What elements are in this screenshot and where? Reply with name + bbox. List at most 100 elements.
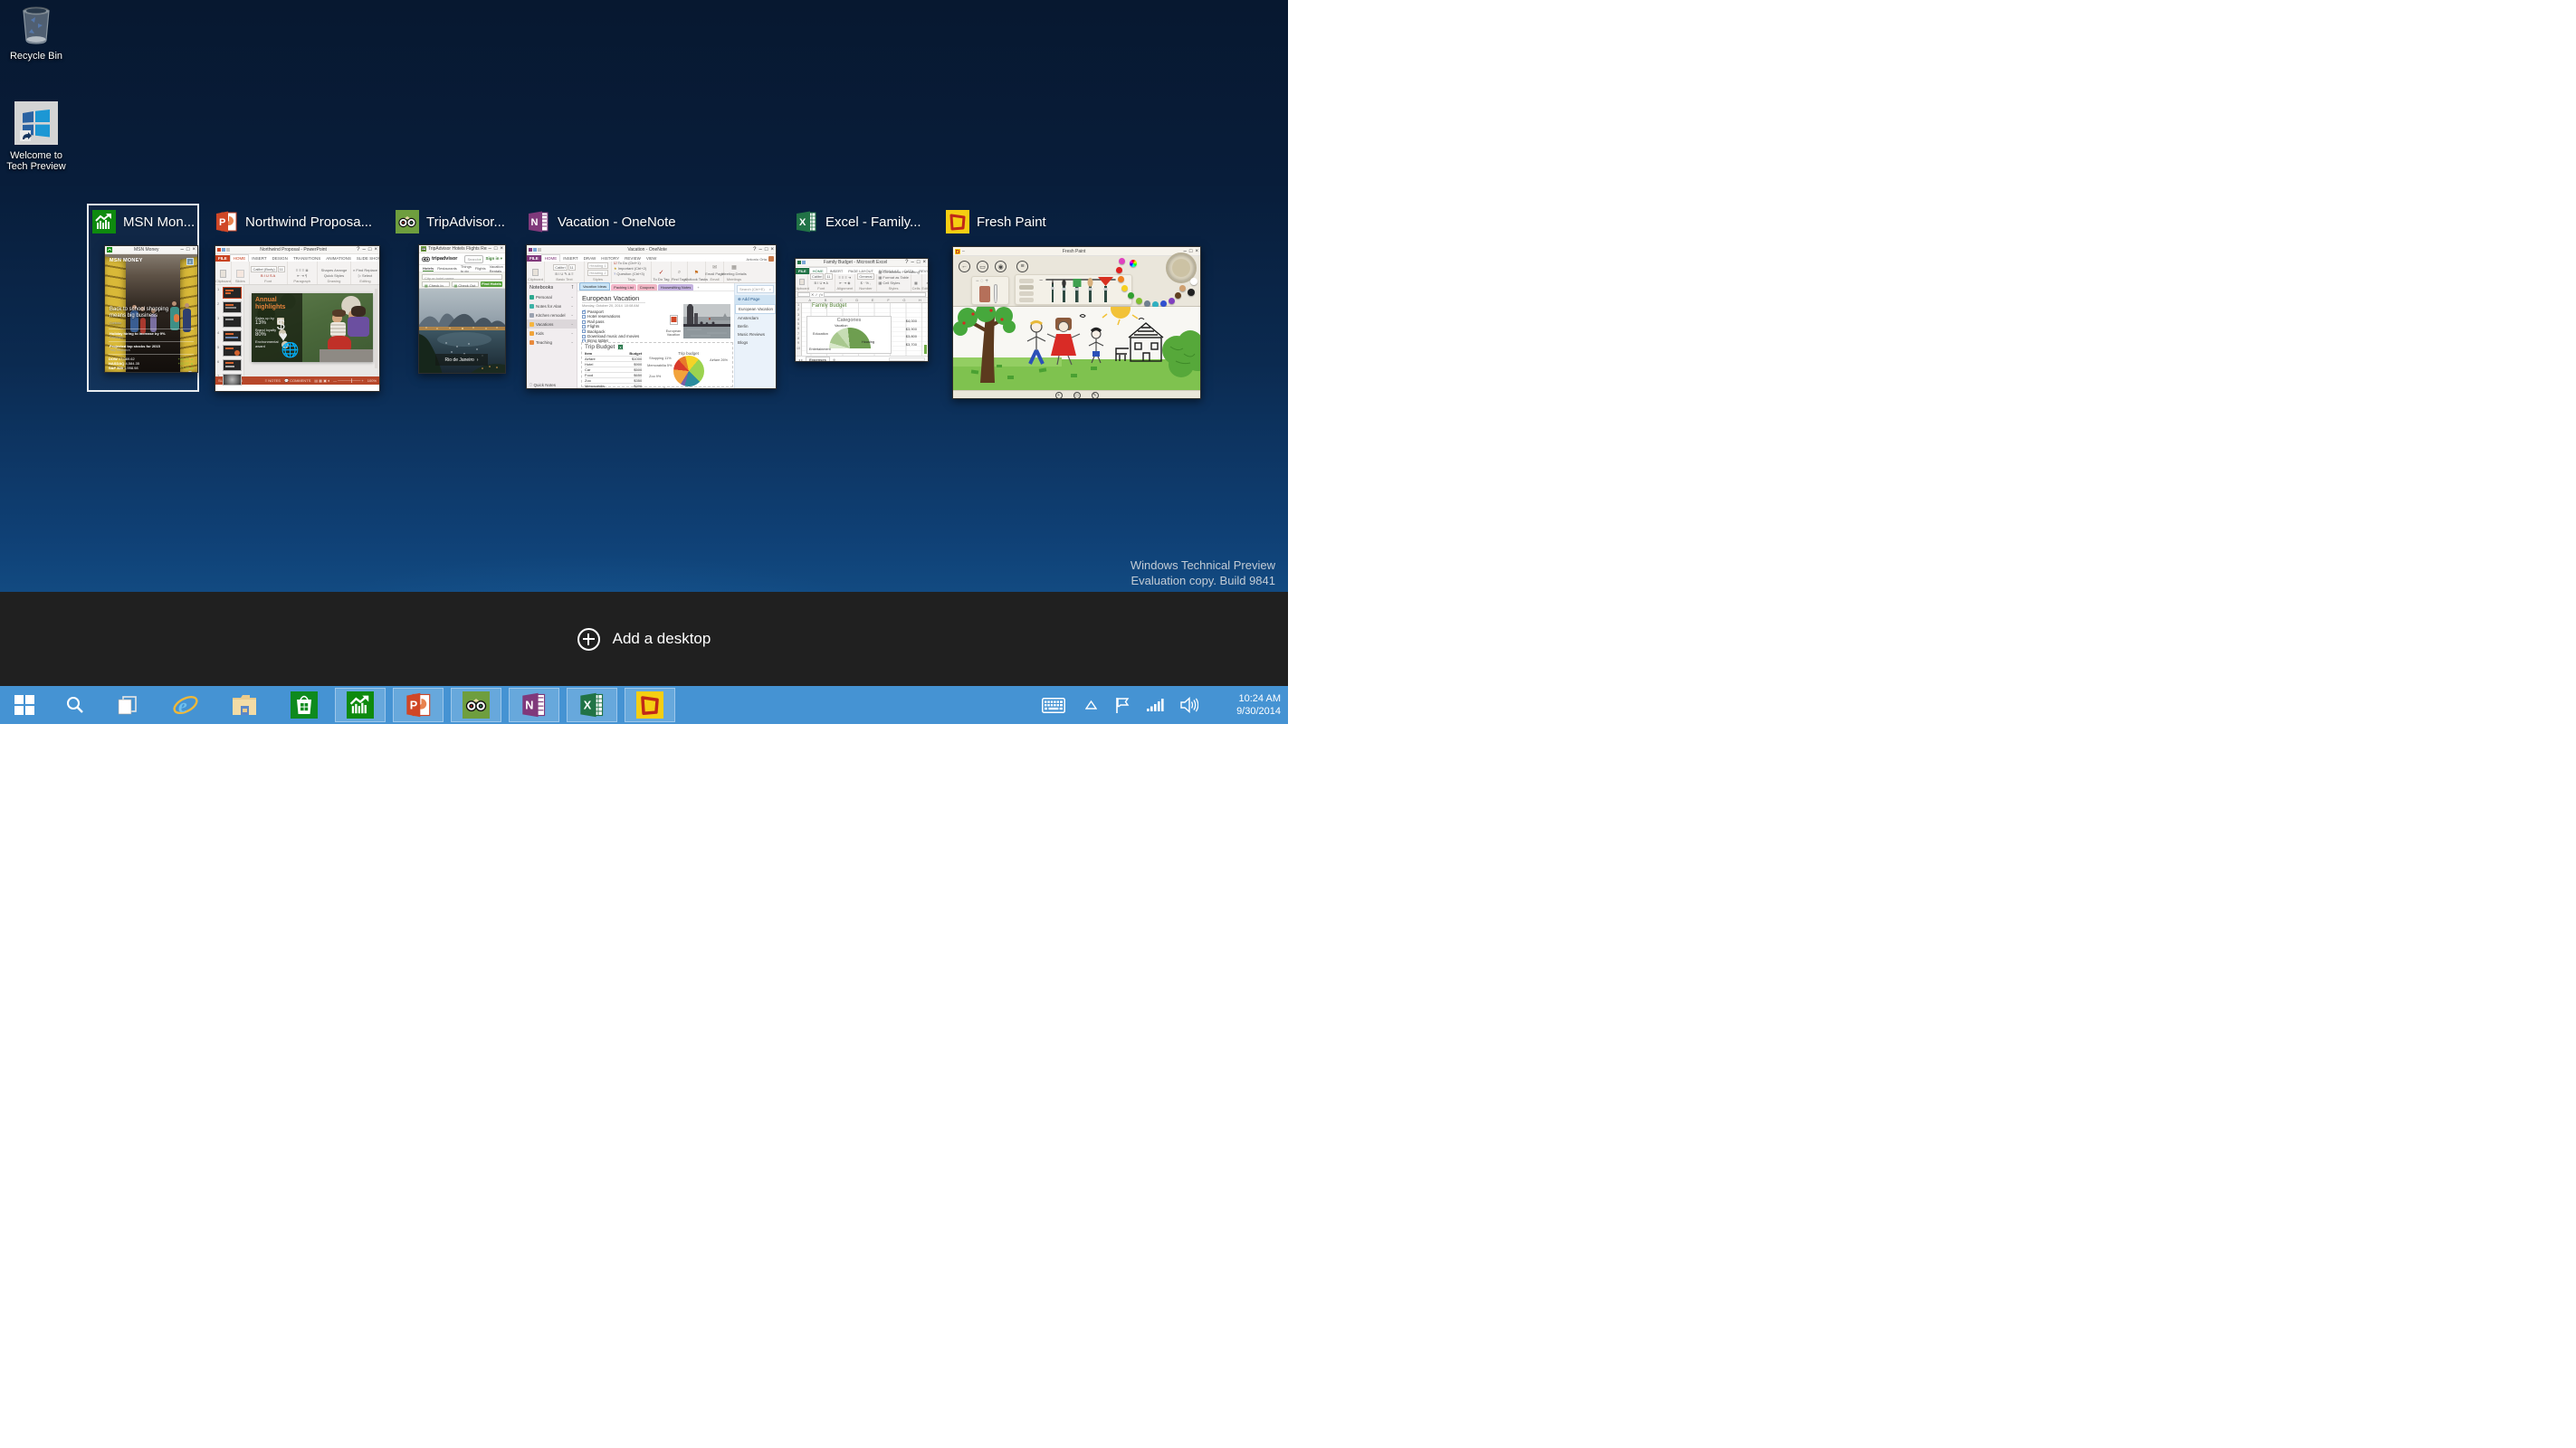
onenote-page-title: European Vacation: [582, 294, 640, 302]
budget-table: Item Budget Airfare $1000 Hotel $900 Car $50…: [585, 351, 643, 388]
powerpoint-window-preview: Northwind Proposal - PowerPoint ? – □ × FIL…: [215, 245, 380, 392]
taskbar-powerpoint-button[interactable]: P: [393, 688, 444, 722]
msn-money-icon: [92, 210, 116, 233]
eraser-panel: − ◌ +: [971, 276, 1009, 305]
tripadvisor-thumbnail-label: TripAdvisor...: [426, 214, 505, 230]
desktop-icon-welcome-tech-preview[interactable]: Welcome to Tech Preview: [0, 101, 72, 172]
notebook-item-selected: Vacations ⌄: [527, 319, 577, 329]
folder-icon: ▭: [977, 261, 988, 272]
msn-story1-source: Fabrikam: [110, 336, 123, 339]
task-view-button[interactable]: [109, 686, 147, 724]
msn-updated: Last Updated 9/15/2014 3:30 PM EDT.: [105, 370, 197, 372]
tripadvisor-nav: Hotels Restaurants Things to do Flights …: [419, 264, 505, 273]
excel-chart-categories: Categories Vacation Education Entertainm…: [806, 316, 892, 354]
svg-text:e: e: [178, 694, 187, 717]
page-item-selected: European Vacation: [735, 304, 776, 314]
search-button[interactable]: [56, 686, 94, 724]
excel-values-column: $4,000 $3,900 $3,800 $3,700: [905, 319, 917, 347]
chevron-up-icon: [1084, 700, 1097, 710]
fresh-paint-toolbar: ← ▭ ◉ ≡ − ◌ + −+: [953, 252, 1200, 308]
store-icon: [291, 691, 318, 719]
ppt-slide-title-line2: highlights: [255, 303, 286, 310]
powerpoint-window-title: Northwind Proposal - PowerPoint: [260, 247, 327, 252]
tripadvisor-window-title: TripAdvisor Hotels Flights Restaurants: [428, 246, 487, 252]
onenote-window-preview: Vacation - OneNote ? – □ × FILE HOME INSERT…: [526, 244, 777, 389]
svg-text:N: N: [525, 700, 533, 712]
msn-headline-line1: Back to school shopping: [110, 307, 169, 312]
svg-text:N: N: [531, 217, 539, 228]
onenote-page-tabs: Vacation Ideas Packing List Coupons Hous…: [577, 282, 734, 291]
show-hidden-icons-button[interactable]: [1079, 686, 1102, 724]
clock-date: 9/30/2014: [1236, 706, 1281, 717]
add-desktop-button[interactable]: Add a desktop: [577, 627, 711, 651]
fresh-paint-canvas: [953, 307, 1200, 390]
excel-grid: 1 2 3 4 5 6 7 8 9 10 Family Budget Categories Vac…: [796, 303, 928, 356]
volume-button[interactable]: [1175, 686, 1204, 724]
notebook-item: Kitchen remodel ⌄: [527, 310, 577, 319]
desktop: Recycle Bin Welcome to Tech Preview Wind…: [0, 0, 1288, 724]
store-button[interactable]: [283, 686, 325, 724]
onenote-trip-budget-block: Trip Budget X Item Budget Airfare $1000 Ho…: [581, 342, 733, 389]
file-explorer-icon: [233, 695, 256, 715]
excel-taskbar-icon: X: [580, 692, 604, 718]
trip-budget-pie-chart: Trip budget Airfare 26% Shopping 11% Mem…: [647, 351, 728, 389]
msn-thumbnail-label: MSN Mon...: [123, 214, 196, 230]
taskbar-excel-button[interactable]: X: [567, 688, 617, 722]
excel-thumbnail-label: Excel - Family...: [825, 214, 921, 230]
tripadvisor-icon: [396, 210, 419, 233]
taskbar-tripadvisor-button[interactable]: [451, 688, 501, 722]
msn-money-taskbar-icon: [347, 691, 374, 719]
onenote-photo-prague: [683, 302, 730, 343]
fresh-paint-thumbnail-label: Fresh Paint: [977, 214, 1046, 230]
recycle-bin-icon: [0, 5, 72, 48]
excel-sheet-tabs: ◂ ▸ Expenses ⊕: [796, 356, 928, 361]
fresh-paint-bottom-bar: + ▭ ✎: [953, 390, 1200, 398]
tripadvisor-search-box: Search ⌕: [464, 254, 484, 263]
page-item: Blogs: [738, 340, 749, 345]
svg-text:X: X: [584, 700, 592, 712]
excel-cell-title: Family Budget: [812, 303, 847, 309]
keyboard-icon: [1042, 697, 1065, 713]
powerpoint-thumbnail-label: Northwind Proposa...: [245, 214, 373, 230]
taskbar-clock[interactable]: 10:24 AM 9/30/2014: [1236, 692, 1281, 718]
excel-window-preview: Family Budget - Microsoft Excel ? – □ × FIL…: [795, 258, 929, 362]
taskbar-msn-money-button[interactable]: [335, 688, 386, 722]
network-button[interactable]: [1142, 686, 1169, 724]
welcome-label-line2: Tech Preview: [6, 161, 66, 172]
page-item: Berlin: [738, 324, 749, 329]
msn-refresh-icon: ⟳: [187, 371, 193, 372]
fresh-paint-window-preview: – Fresh Paint – □ × ← ▭ ◉ ≡ − ◌ + − + ▭ …: [952, 246, 1201, 399]
action-center-button[interactable]: [1110, 686, 1135, 724]
excel-ribbon: Clipboard Calibri 11 B I U ▾ A Font ≡ ≡ ≡…: [795, 270, 929, 292]
start-button[interactable]: [5, 686, 43, 724]
taskbar: e P N X 10:24 AM 9/30/2014: [0, 686, 1288, 724]
internet-explorer-button[interactable]: e: [165, 686, 206, 724]
recycle-bin-label: Recycle Bin: [9, 51, 63, 62]
onenote-page-content: European Vacation Monday, October 20, 20…: [577, 291, 734, 389]
globe-icon: 🌐: [281, 340, 300, 358]
touch-keyboard-button[interactable]: [1037, 686, 1070, 724]
camera-icon: ◉: [995, 261, 1007, 272]
network-signal-icon: [1147, 699, 1164, 711]
svg-text:−: −: [1039, 278, 1043, 284]
svg-text:X: X: [799, 217, 806, 228]
tripadvisor-sign-in: Sign in ▾: [485, 256, 502, 261]
tripadvisor-taskbar-icon: [463, 691, 490, 719]
fresh-paint-taskbar-icon: [636, 691, 663, 719]
internet-explorer-icon: e: [173, 694, 198, 717]
onenote-add-page-button: ⊕ Add Page: [735, 295, 776, 304]
taskbar-fresh-paint-button[interactable]: [625, 688, 675, 722]
onenote-user: Antonio Orta: [746, 256, 767, 262]
desktop-icon-recycle-bin[interactable]: Recycle Bin: [0, 5, 72, 62]
onenote-ribbon-tabs: FILE HOME INSERT DRAW HISTORY REVIEW VIE…: [527, 254, 776, 262]
fresh-paint-window-title: Fresh Paint: [1062, 248, 1086, 254]
taskbar-onenote-button[interactable]: N: [509, 688, 559, 722]
msn-headline-source: Contoso: [110, 321, 122, 325]
notebook-item: Teaching ⌄: [527, 338, 577, 347]
tripadvisor-window-preview: TripAdvisor Hotels Flights Restaurants –…: [418, 244, 506, 374]
file-explorer-button[interactable]: [224, 686, 265, 724]
welcome-label-line1: Welcome to: [10, 150, 62, 161]
msn-window-title: MSN Money: [134, 247, 159, 252]
page-item: Music Reviews: [738, 332, 766, 337]
volume-icon: [1180, 697, 1198, 713]
